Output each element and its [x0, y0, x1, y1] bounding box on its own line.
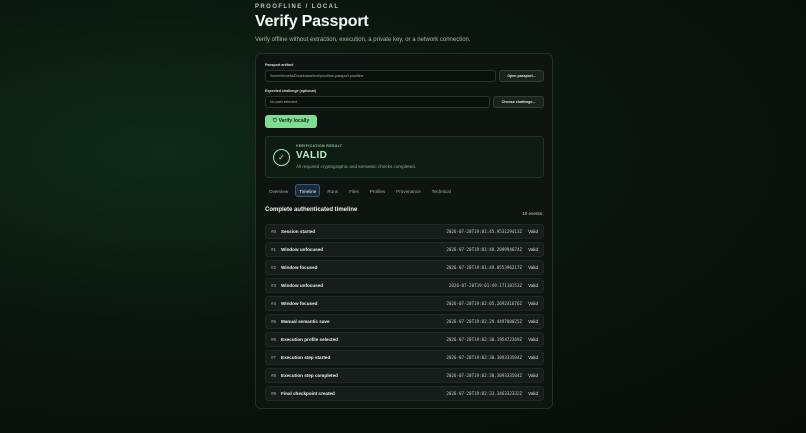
- tab-files[interactable]: Files: [345, 184, 363, 197]
- event-index: #5: [271, 319, 277, 324]
- event-name: Execution step started: [281, 355, 331, 360]
- artifact-path-field[interactable]: /home/revsella/Downloads/test/proofline-…: [265, 70, 496, 82]
- event-timestamp: 2026-07-20T19:02:29.449700025Z: [446, 319, 522, 324]
- event-name: Session started: [281, 229, 316, 234]
- event-index: #7: [271, 355, 277, 360]
- event-status: Valid: [528, 301, 538, 306]
- verify-card: Passport artifact /home/revsella/Downloa…: [255, 53, 553, 409]
- event-name: Execution step completed: [281, 373, 338, 378]
- timeline-row: #9 Final checkpoint created 2026-07-20T1…: [265, 386, 544, 401]
- event-name: Window unfocused: [281, 283, 324, 288]
- event-index: #9: [271, 391, 277, 396]
- timeline-list: #0 Session started 2026-07-20T19:01:45.9…: [265, 224, 544, 404]
- event-index: #3: [271, 283, 277, 288]
- event-name: Execution profile selected: [281, 337, 338, 342]
- challenge-path-field[interactable]: No path selected: [265, 96, 490, 108]
- timeline-row: #2 Window focused 2026-07-20T19:01:49.05…: [265, 260, 544, 275]
- timeline-row: #3 Window unfocused 2026-07-20T19:01:49.…: [265, 278, 544, 293]
- tab-overview[interactable]: Overview: [265, 184, 292, 197]
- open-passport-button[interactable]: Open passport...: [499, 70, 544, 82]
- event-status: Valid: [528, 229, 538, 234]
- event-timestamp: 2026-07-20T19:02:30.309333504Z: [446, 355, 522, 360]
- event-index: #1: [271, 247, 277, 252]
- event-name: Manual semantic save: [281, 319, 330, 324]
- tab-provenance[interactable]: Provenance: [392, 184, 425, 197]
- event-timestamp: 2026-07-20T19:02:05.269241676Z: [446, 301, 522, 306]
- result-tabs: Overview Timeline Runs Files Profiles Pr…: [265, 184, 455, 198]
- verify-button-label: Verify locally: [278, 118, 310, 124]
- artifact-label: Passport artifact: [265, 63, 294, 67]
- event-name: Window focused: [281, 301, 318, 306]
- event-name: Window focused: [281, 265, 318, 270]
- event-index: #4: [271, 301, 277, 306]
- event-status: Valid: [528, 337, 538, 342]
- event-timestamp: 2026-07-20T19:01:49.055396217Z: [446, 265, 522, 270]
- tab-runs[interactable]: Runs: [323, 184, 342, 197]
- event-index: #0: [271, 229, 277, 234]
- shield-icon: ⛉: [272, 118, 277, 124]
- event-name: Window unfocused: [281, 247, 324, 252]
- event-status: Valid: [528, 319, 538, 324]
- event-status: Valid: [528, 373, 538, 378]
- tab-technical[interactable]: Technical: [428, 184, 455, 197]
- tab-timeline[interactable]: Timeline: [295, 184, 321, 197]
- timeline-row: #6 Execution profile selected 2026-07-20…: [265, 332, 544, 347]
- event-timestamp: 2026-07-20T19:02:30.195472369Z: [446, 337, 522, 342]
- timeline-row: #5 Manual semantic save 2026-07-20T19:02…: [265, 314, 544, 329]
- timeline-row: #0 Session started 2026-07-20T19:01:45.9…: [265, 224, 544, 239]
- timeline-count: 10 events: [522, 211, 542, 216]
- event-status: Valid: [528, 247, 538, 252]
- timeline-row: #4 Window focused 2026-07-20T19:02:05.26…: [265, 296, 544, 311]
- event-timestamp: 2026-07-20T19:02:30.309333504Z: [446, 373, 522, 378]
- event-timestamp: 2026-07-20T19:01:48.209994674Z: [446, 247, 522, 252]
- result-status: VALID: [296, 150, 328, 161]
- verify-locally-button[interactable]: ⛉ Verify locally: [265, 115, 317, 128]
- tab-profiles[interactable]: Profiles: [366, 184, 389, 197]
- page-subtitle: Verify offline without extraction, execu…: [255, 37, 471, 43]
- timeline-row: #1 Window unfocused 2026-07-20T19:01:48.…: [265, 242, 544, 257]
- result-description: All required cryptographic and semantic …: [296, 164, 417, 169]
- timeline-row: #8 Execution step completed 2026-07-20T1…: [265, 368, 544, 383]
- result-tag: VERIFICATION RESULT: [296, 144, 343, 148]
- verification-result: ✓ VERIFICATION RESULT VALID All required…: [265, 136, 544, 178]
- event-index: #2: [271, 265, 277, 270]
- choose-challenge-button[interactable]: Choose challenge...: [493, 96, 544, 108]
- event-status: Valid: [528, 355, 538, 360]
- timeline-title: Complete authenticated timeline: [265, 207, 358, 213]
- event-status: Valid: [528, 265, 538, 270]
- event-timestamp: 2026-07-20T19:01:49.17118153Z: [448, 283, 522, 288]
- event-timestamp: 2026-07-20T19:02:33.346332332Z: [446, 391, 522, 396]
- event-index: #6: [271, 337, 277, 342]
- event-status: Valid: [528, 391, 538, 396]
- event-name: Final checkpoint created: [281, 391, 335, 396]
- event-index: #8: [271, 373, 277, 378]
- event-timestamp: 2026-07-20T19:01:45.953129413Z: [446, 229, 522, 234]
- timeline-row: #7 Execution step started 2026-07-20T19:…: [265, 350, 544, 365]
- page-title: Verify Passport: [255, 13, 369, 30]
- check-icon: ✓: [273, 149, 290, 166]
- challenge-label: Expected challenge (optional): [265, 89, 316, 93]
- event-status: Valid: [528, 283, 538, 288]
- app-eyebrow: PROOFLINE / LOCAL: [255, 4, 340, 10]
- page-header: PROOFLINE / LOCAL Verify Passport Verify…: [255, 0, 553, 43]
